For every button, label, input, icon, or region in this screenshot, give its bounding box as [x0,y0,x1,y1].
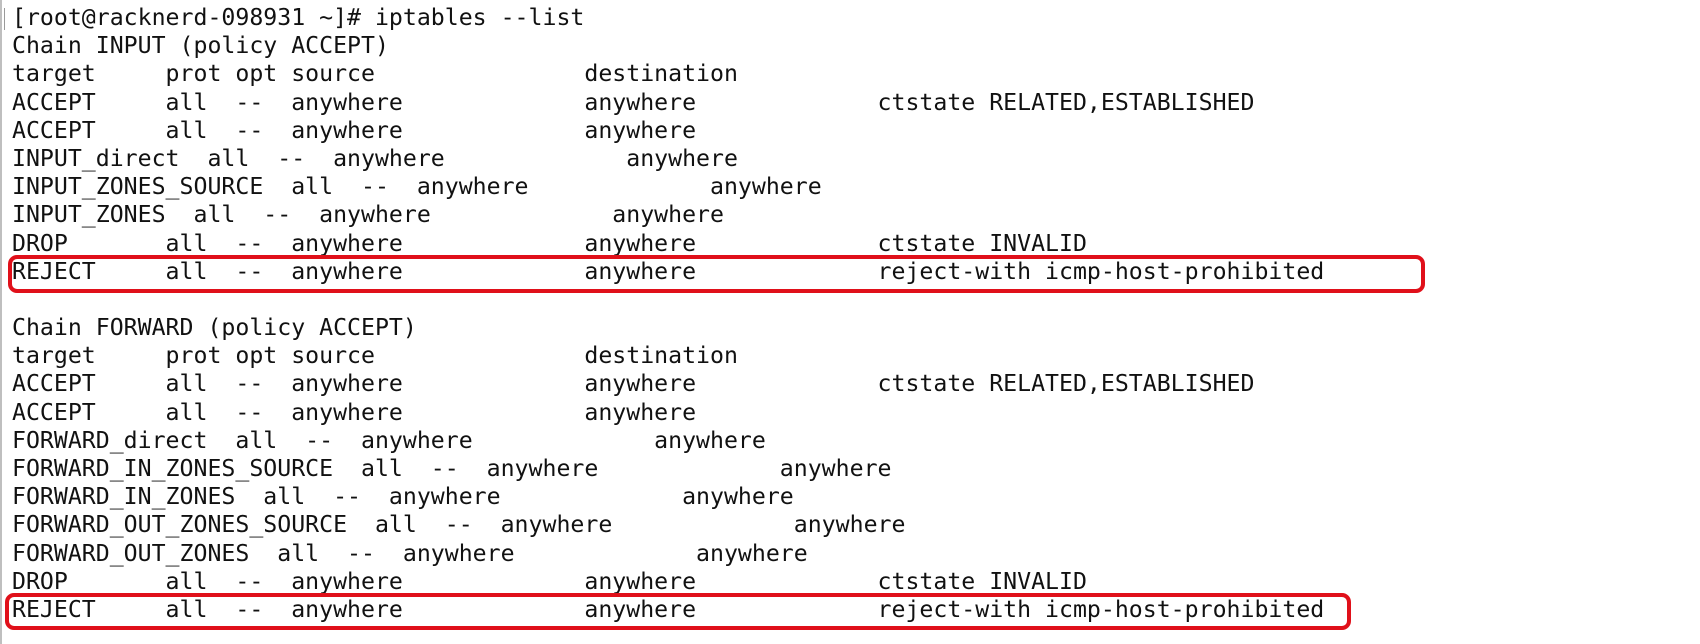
terminal-output[interactable]: [root@racknerd-098931 ~]# iptables --lis… [12,4,1692,624]
terminal-window[interactable]: [root@racknerd-098931 ~]# iptables --lis… [0,0,1700,644]
forward-chain-header: Chain FORWARD (policy ACCEPT) [12,314,417,342]
forward-rule-line: DROP all -- anywhere anywhere ctstate IN… [12,567,1087,595]
input-rule-line: ACCEPT all -- anywhere anywhere ctstate … [12,88,1255,116]
forward-rule-line: FORWARD_direct all -- anywhere anywhere [12,426,766,454]
forward-chain-column-headers: target prot opt source destination [12,342,738,370]
left-edge-marker [4,8,8,30]
input-reject-highlight-box [8,255,1425,293]
input-rule-line: INPUT_ZONES all -- anywhere anywhere [12,201,724,229]
input-rule-line: DROP all -- anywhere anywhere ctstate IN… [12,229,1087,257]
input-rule-line: INPUT_direct all -- anywhere anywhere [12,144,738,172]
forward-rule-line: ACCEPT all -- anywhere anywhere [12,398,697,426]
forward-rule-line: FORWARD_OUT_ZONES_SOURCE all -- anywhere… [12,511,906,539]
command-prompt-line: [root@racknerd-098931 ~]# iptables --lis… [12,4,585,31]
input-rule-line: INPUT_ZONES_SOURCE all -- anywhere anywh… [12,173,822,201]
input-rule-line: ACCEPT all -- anywhere anywhere [12,116,697,144]
forward-rule-line: FORWARD_OUT_ZONES all -- anywhere anywhe… [12,539,808,567]
input-chain-column-headers: target prot opt source destination [12,60,738,88]
forward-rule-line: FORWARD_IN_ZONES all -- anywhere anywher… [12,483,794,511]
forward-rule-line: FORWARD_IN_ZONES_SOURCE all -- anywhere … [12,455,892,482]
forward-rule-line: ACCEPT all -- anywhere anywhere ctstate … [12,370,1255,398]
input-chain-header: Chain INPUT (policy ACCEPT) [12,32,389,60]
forward-reject-highlight-box [5,593,1351,630]
